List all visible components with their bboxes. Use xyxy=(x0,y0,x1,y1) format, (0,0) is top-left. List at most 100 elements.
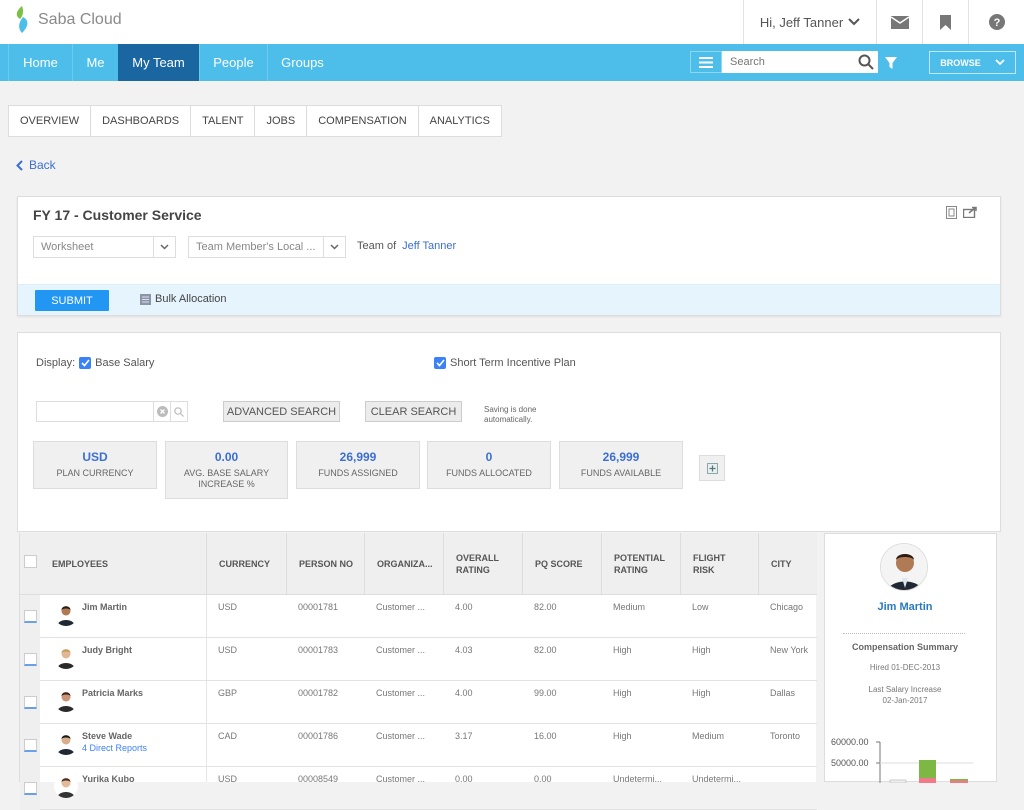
col-pq-score[interactable]: PQ SCORE xyxy=(522,533,601,595)
summary-last-increase: Last Salary Increase 02-Jan-2017 xyxy=(825,684,985,706)
tab-talent[interactable]: TALENT xyxy=(191,106,256,136)
avatar xyxy=(54,774,78,798)
document-icon[interactable] xyxy=(946,206,957,219)
person-photo-icon xyxy=(54,602,78,626)
logo[interactable]: Saba Cloud xyxy=(12,5,122,35)
employee-name[interactable]: Steve Wade xyxy=(82,731,132,741)
view-select[interactable]: Worksheet xyxy=(33,236,176,258)
row-checkbox[interactable] xyxy=(24,696,37,709)
nav-my-team[interactable]: My Team xyxy=(118,44,199,81)
tab-analytics[interactable]: ANALYTICS xyxy=(419,106,501,136)
stip-checkbox[interactable] xyxy=(434,357,446,369)
cell-overall: 4.00 xyxy=(455,688,473,698)
table-row[interactable]: Jim Martin USD 00001781 Customer ... 4.00 82.… xyxy=(20,595,817,638)
last-increase-date: 02-Jan-2017 xyxy=(882,696,928,705)
stip-option: Short Term Incentive Plan xyxy=(434,357,576,369)
search-submit[interactable] xyxy=(170,402,187,421)
table-row[interactable]: Yurika Kubo USD 00008549 Customer ... 0.00 0.… xyxy=(20,767,817,810)
back-link[interactable]: Back xyxy=(16,158,56,172)
cell-potential: Undetermi... xyxy=(613,774,663,784)
stat-value: 26,999 xyxy=(602,450,640,464)
col-organization[interactable]: ORGANIZA... xyxy=(364,533,443,595)
user-menu[interactable]: Hi, Jeff Tanner xyxy=(743,0,876,44)
stat-value: USD xyxy=(82,450,108,464)
col-overall-rating[interactable]: OVERALL RATING xyxy=(443,533,511,595)
row-checkbox[interactable] xyxy=(24,739,37,752)
employee-grid: EMPLOYEES CURRENCY PERSON NO ORGANIZA...… xyxy=(19,533,817,810)
employee-name[interactable]: Judy Bright xyxy=(82,645,132,655)
cell-flight: Undetermi... xyxy=(692,774,742,784)
browse-button[interactable]: BROWSE xyxy=(929,51,1016,74)
base-salary-label: Base Salary xyxy=(95,357,155,369)
bulk-allocation-button[interactable]: Bulk Allocation xyxy=(140,293,227,305)
search-icon[interactable] xyxy=(858,54,874,70)
row-select-cell xyxy=(20,767,40,810)
team-of-manager-link[interactable]: Jeff Tanner xyxy=(402,240,456,252)
col-city[interactable]: CITY xyxy=(758,533,817,595)
tab-jobs[interactable]: JOBS xyxy=(255,106,308,136)
col-employees[interactable]: EMPLOYEES xyxy=(40,533,206,595)
clear-search-icon-wrap[interactable] xyxy=(153,402,170,421)
tab-dashboards[interactable]: DASHBOARDS xyxy=(91,106,192,136)
bookmark-button[interactable] xyxy=(922,0,968,44)
col-potential-rating[interactable]: POTENTIAL RATING xyxy=(601,533,671,595)
cell-city: Toronto xyxy=(770,731,801,741)
clear-search-button[interactable]: CLEAR SEARCH xyxy=(365,401,462,422)
row-checkbox[interactable] xyxy=(24,610,37,623)
svg-text:?: ? xyxy=(993,17,1000,29)
menu-button[interactable] xyxy=(690,51,722,73)
stat-funds-allocated: 0 FUNDS ALLOCATED xyxy=(427,441,551,489)
cell-org: Customer ... xyxy=(376,731,426,741)
nav-me[interactable]: Me xyxy=(72,44,118,81)
col-person-no[interactable]: PERSON NO xyxy=(286,533,364,595)
table-row[interactable]: Judy Bright USD 00001783 Customer ... 4.03 82… xyxy=(20,638,817,681)
summary-employee-name[interactable]: Jim Martin xyxy=(825,601,985,613)
currency-view-select[interactable]: Team Member's Local ... xyxy=(188,236,346,258)
submit-button[interactable]: SUBMIT xyxy=(35,290,109,311)
table-row[interactable]: Steve Wade 4 Direct Reports CAD 00001786 Cus… xyxy=(20,724,817,767)
export-icon[interactable] xyxy=(963,206,977,218)
row-checkbox[interactable] xyxy=(24,653,37,666)
base-salary-checkbox[interactable] xyxy=(79,357,92,369)
tab-compensation[interactable]: COMPENSATION xyxy=(307,106,419,136)
cell-potential: High xyxy=(613,645,632,655)
bulk-allocation-icon xyxy=(140,293,151,305)
plan-title: FY 17 - Customer Service xyxy=(33,207,202,223)
employee-name[interactable]: Yurika Kubo xyxy=(82,774,135,784)
saving-note-line2: automatically. xyxy=(484,415,533,424)
col-flight-risk[interactable]: FLIGHT RISK xyxy=(680,533,732,595)
tab-overview[interactable]: OVERVIEW xyxy=(9,106,92,136)
nav-groups[interactable]: Groups xyxy=(267,44,337,81)
cell-pq: 82.00 xyxy=(534,602,557,612)
employee-name[interactable]: Patricia Marks xyxy=(82,688,143,698)
nav-home[interactable]: Home xyxy=(8,44,72,81)
cell-city: Dallas xyxy=(770,688,796,698)
employee-name[interactable]: Jim Martin xyxy=(82,602,127,612)
select-all-checkbox[interactable] xyxy=(24,555,37,568)
direct-reports-link[interactable]: 4 Direct Reports xyxy=(82,743,147,753)
help-icon: ? xyxy=(988,14,1005,30)
summary-title: Compensation Summary xyxy=(851,642,959,652)
person-photo-icon xyxy=(54,774,78,798)
employee-search[interactable] xyxy=(36,401,188,422)
nav-people[interactable]: People xyxy=(199,44,267,81)
plan-actions xyxy=(946,206,977,219)
summary-avatar xyxy=(880,543,928,591)
chevron-down-icon xyxy=(995,59,1005,66)
action-bar: SUBMIT Bulk Allocation xyxy=(18,284,1000,315)
help-button[interactable]: ? xyxy=(968,0,1024,44)
cell-pq: 82.00 xyxy=(534,645,557,655)
search-input[interactable] xyxy=(730,56,850,68)
mail-button[interactable] xyxy=(876,0,922,44)
filter-icon[interactable] xyxy=(885,57,897,69)
add-stat-button[interactable] xyxy=(699,455,725,481)
row-checkbox[interactable] xyxy=(24,782,37,795)
table-row[interactable]: Patricia Marks GBP 00001782 Customer ... 4.0… xyxy=(20,681,817,724)
global-search xyxy=(722,51,878,73)
back-label: Back xyxy=(29,158,56,172)
cell-person-no: 00001783 xyxy=(298,645,339,655)
col-currency[interactable]: CURRENCY xyxy=(206,533,286,595)
advanced-search-button[interactable]: ADVANCED SEARCH xyxy=(223,401,340,422)
row-select-cell xyxy=(20,638,40,681)
cell-overall: 4.00 xyxy=(455,602,473,612)
